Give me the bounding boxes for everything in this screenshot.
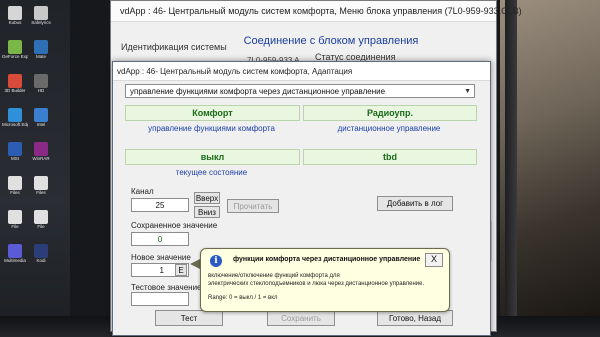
channel-input[interactable]: 25 [131, 198, 189, 212]
app-shortcut-icon [8, 6, 22, 20]
up-button[interactable]: Вверх [194, 192, 220, 204]
front-titlebar[interactable]: vdApp : 46- Центральный модуль систем ко… [113, 62, 490, 81]
test-button[interactable]: Тест [155, 310, 223, 326]
desktop-icon[interactable]: GeForce Experience [2, 40, 28, 59]
desktop-icon[interactable]: WinRAR [28, 142, 54, 161]
app-shortcut-icon [8, 40, 22, 54]
desktop-icon-label: Kodi [36, 258, 46, 263]
close-button[interactable]: X [425, 253, 443, 267]
desktop-icon-label: File [37, 224, 45, 229]
laptop-bezel [505, 0, 517, 337]
app-shortcut-icon [8, 108, 22, 122]
desktop-icon-label: Microsoft Edge [2, 122, 28, 127]
app-shortcut-icon [34, 244, 48, 258]
remote-value: Радиоупр. [303, 105, 477, 121]
function-select-value: управление функциями комфорта через дист… [130, 87, 386, 96]
app-shortcut-icon [34, 108, 48, 122]
ident-label: Идентификация системы [121, 42, 227, 52]
tooltip-line-2: электрических стеклоподъемников и люка ч… [208, 281, 425, 287]
front-window-title: vdApp : 46- Центральный модуль систем ко… [117, 66, 353, 76]
add-to-log-button[interactable]: Добавить в лог [377, 196, 453, 211]
desktop-icon[interactable]: 3D Builder [2, 74, 28, 93]
desktop-icon[interactable]: Intel [28, 108, 54, 127]
desktop-icon-label: Safelyrics [31, 20, 51, 25]
desktop-icon[interactable]: File [2, 210, 28, 229]
desktop-icon[interactable]: Kubus [2, 6, 28, 25]
desktop-icon-label: Multimedia [4, 258, 26, 263]
app-shortcut-icon [8, 176, 22, 190]
tooltip-line-1: включение/отключение функций комфорта дл… [208, 273, 340, 279]
desktop-icon-label: 3D Builder [4, 88, 26, 93]
current-state-label: текущее состояние [175, 168, 248, 177]
comfort-label: управление функциями комфорта [148, 124, 275, 133]
tbd-value: tbd [303, 149, 477, 165]
app-shortcut-icon [8, 74, 22, 88]
desktop-icon-label: Files [36, 190, 46, 195]
tooltip-title: функции комфорта через дистанционное упр… [233, 256, 421, 263]
back-titlebar[interactable]: vdApp : 46- Центральный модуль систем ко… [111, 1, 522, 22]
desktop-icon[interactable]: MSI [2, 142, 28, 161]
back-heading: Соединение с блоком управления [243, 35, 419, 47]
desktop-icon-label: HD [37, 88, 45, 93]
desktop-icon[interactable]: Files [2, 176, 28, 195]
current-state-value: выкл [125, 149, 300, 165]
tooltip-range: Range: 0 = выкл / 1 = вкл [208, 295, 278, 301]
desktop-icon[interactable]: Multimedia [2, 244, 28, 263]
app-shortcut-icon [8, 244, 22, 258]
desktop-icon[interactable]: Microsoft Edge [2, 108, 28, 127]
desktop-icons: Kubus Safelyrics GeForce Experience Mate 3D … [2, 0, 110, 310]
info-tooltip: i функции комфорта через дистанционное у… [200, 248, 450, 312]
info-icon: i [210, 255, 222, 267]
app-shortcut-icon [34, 142, 48, 156]
down-button[interactable]: Вниз [194, 206, 220, 218]
desktop-icon-label: Kubus [8, 20, 22, 25]
desktop-icon[interactable]: Files [28, 176, 54, 195]
test-value-input[interactable] [131, 292, 189, 306]
saved-value-label: Сохраненное значение [131, 221, 218, 230]
desktop-icon-label: Files [10, 190, 20, 195]
desktop-icon[interactable]: Mate [28, 40, 54, 59]
desktop-icon-label: File [11, 224, 19, 229]
read-button[interactable]: Прочитать [227, 199, 279, 213]
edit-button[interactable]: E [175, 264, 187, 276]
channel-label: Канал [131, 187, 154, 196]
desktop-icon[interactable]: HD [28, 74, 54, 93]
app-shortcut-icon [34, 40, 48, 54]
function-select[interactable]: управление функциями комфорта через дист… [125, 84, 475, 98]
saved-value-field: 0 [131, 232, 189, 246]
desktop-icon[interactable]: Safelyrics [28, 6, 54, 25]
desktop-icon[interactable]: File [28, 210, 54, 229]
save-button[interactable]: Сохранить [267, 310, 335, 326]
app-shortcut-icon [34, 176, 48, 190]
desktop-icon-label: Intel [36, 122, 46, 127]
desktop-icon-label: MSI [10, 156, 19, 161]
app-shortcut-icon [8, 142, 22, 156]
desktop-icon-label: WinRAR [32, 156, 50, 161]
desktop-icon-label: Mate [35, 54, 46, 59]
remote-label: дистанционное управление [337, 124, 441, 133]
app-shortcut-icon [34, 210, 48, 224]
back-window-title: vdApp : 46- Центральный модуль систем ко… [120, 6, 522, 16]
test-value-label: Тестовое значение [131, 283, 202, 292]
comfort-value: Комфорт [125, 105, 300, 121]
app-shortcut-icon [34, 6, 48, 20]
done-back-button[interactable]: Готово, Назад [377, 310, 453, 326]
app-shortcut-icon [8, 210, 22, 224]
app-shortcut-icon [34, 74, 48, 88]
new-value-label: Новое значение [131, 253, 191, 262]
desktop-icon[interactable]: Kodi [28, 244, 54, 263]
chevron-down-icon[interactable]: ▼ [464, 85, 471, 99]
desktop-icon-label: GeForce Experience [2, 54, 28, 59]
